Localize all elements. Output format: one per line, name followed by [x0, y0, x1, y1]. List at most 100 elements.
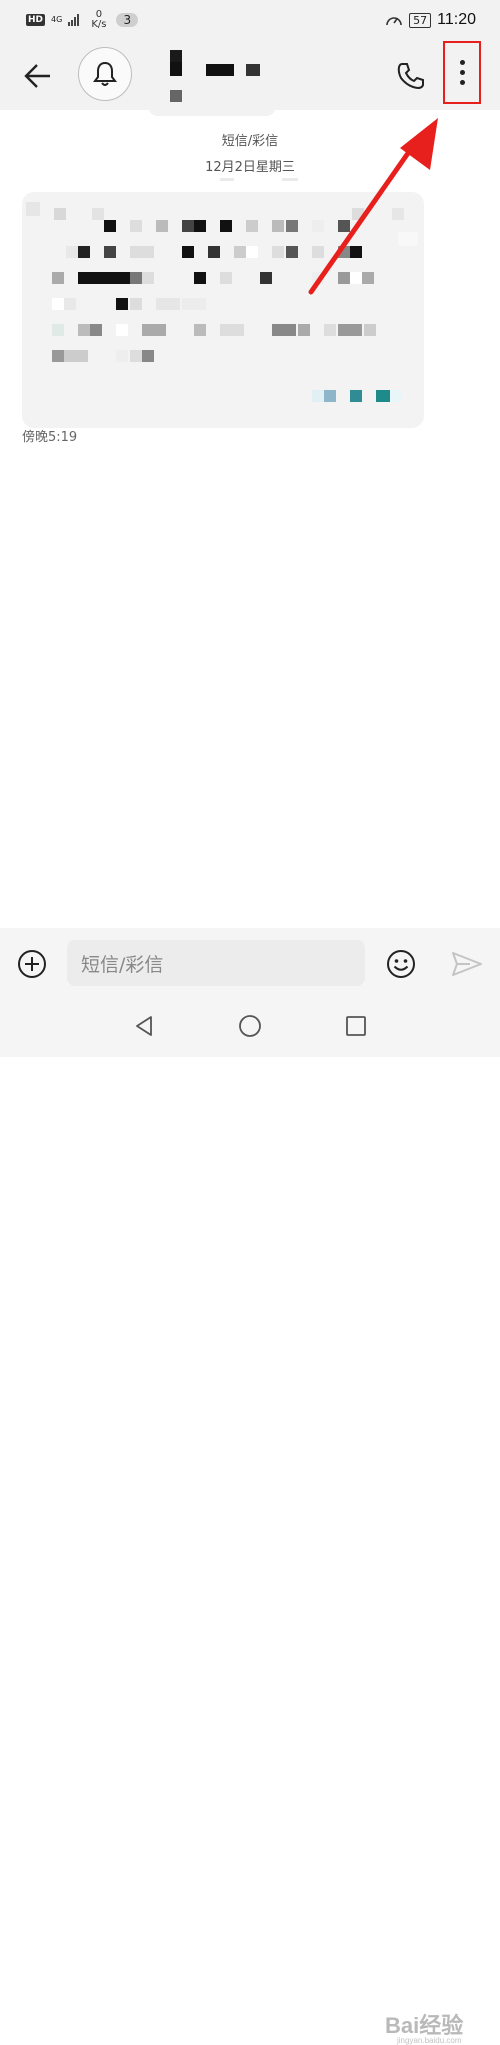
- redaction-block: [64, 298, 76, 310]
- emoji-icon: [387, 950, 415, 978]
- redaction-block: [312, 246, 324, 258]
- redaction-block: [246, 246, 258, 258]
- notification-toggle-button[interactable]: [78, 47, 132, 101]
- meta-divider: [220, 178, 300, 182]
- conversation-meta: 短信/彩信 12月2日星期三: [0, 130, 500, 182]
- redaction-block: [64, 350, 88, 362]
- redaction-block: [142, 324, 166, 336]
- redaction-block: [26, 202, 40, 216]
- network-speed: 0 K/s: [91, 10, 106, 30]
- message-timestamp: 傍晚5:19: [22, 430, 78, 445]
- redaction-block: [312, 272, 324, 284]
- nav-recent-button[interactable]: [344, 1014, 368, 1038]
- redaction-block: [312, 220, 324, 232]
- baidu-jingyan-watermark: Bai经验 jingyan.baidu.com: [385, 2008, 463, 2045]
- watermark-subtext: jingyan.baidu.com: [397, 2036, 462, 2045]
- status-left: HD 4G 0 K/s 3: [26, 10, 139, 30]
- notification-count: 3: [116, 13, 139, 27]
- send-button[interactable]: [450, 948, 484, 980]
- redaction-block: [104, 220, 116, 232]
- battery-level: 57: [409, 12, 432, 28]
- redaction-block: [272, 324, 296, 336]
- redaction-block: [392, 208, 404, 220]
- redaction-block: [350, 246, 362, 258]
- message-bubble[interactable]: [22, 192, 424, 428]
- redaction-block: [324, 390, 336, 402]
- redaction-block: [260, 272, 272, 284]
- redaction-block: [208, 246, 220, 258]
- redaction-block: [364, 324, 376, 336]
- redaction-block: [130, 272, 142, 284]
- redaction-block: [338, 324, 362, 336]
- nav-back-button[interactable]: [132, 1014, 156, 1038]
- redaction-block: [376, 390, 390, 402]
- redaction-block: [142, 272, 154, 284]
- redaction-block: [220, 220, 232, 232]
- redaction-block: [286, 246, 298, 258]
- redaction-block: [142, 350, 154, 362]
- redaction-block: [338, 246, 350, 258]
- hd-badge: HD: [26, 14, 46, 26]
- redaction-block: [66, 246, 78, 258]
- redaction-block: [182, 298, 206, 310]
- back-button[interactable]: [22, 60, 54, 92]
- nav-recent-icon: [346, 1016, 366, 1036]
- redaction-block: [234, 246, 246, 258]
- network-type: 4G: [51, 15, 63, 24]
- speed-unit: K/s: [91, 19, 107, 30]
- redaction-block: [182, 246, 194, 258]
- message-input-placeholder: 短信/彩信: [81, 953, 164, 976]
- redaction-block: [390, 390, 402, 402]
- redaction-block: [156, 220, 168, 232]
- redaction-block: [156, 298, 180, 310]
- redaction-block: [116, 298, 128, 310]
- redaction-block: [130, 350, 142, 362]
- redaction-block: [92, 208, 104, 220]
- redaction-block: [286, 220, 298, 232]
- redaction-block: [78, 246, 90, 258]
- redaction-block: [170, 62, 182, 76]
- nav-home-icon: [239, 1015, 261, 1037]
- phone-icon: [397, 63, 424, 90]
- channel-label: 短信/彩信: [221, 134, 279, 149]
- message-input[interactable]: 短信/彩信: [67, 940, 365, 986]
- back-arrow-icon: [24, 64, 50, 88]
- date-label: 12月2日星期三: [205, 160, 295, 175]
- contact-name-redacted[interactable]: [148, 40, 276, 116]
- redaction-block: [272, 220, 284, 232]
- redaction-block: [52, 298, 64, 310]
- redaction-block: [324, 324, 336, 336]
- redaction-block: [194, 272, 206, 284]
- redaction-block: [352, 208, 364, 220]
- redaction-block: [194, 324, 206, 336]
- compose-bar: 短信/彩信: [0, 928, 500, 1000]
- redaction-block: [338, 220, 350, 232]
- send-icon: [452, 952, 482, 976]
- redaction-block: [220, 324, 244, 336]
- bell-icon: [93, 61, 117, 86]
- redaction-block: [272, 246, 284, 258]
- redaction-block: [52, 324, 64, 336]
- call-button[interactable]: [395, 60, 427, 92]
- emoji-button[interactable]: [385, 948, 417, 980]
- redaction-block: [194, 220, 206, 232]
- signal-icon: [68, 14, 80, 26]
- redaction-block: [90, 324, 102, 336]
- system-nav-bar: Bai经验 jingyan.baidu.com: [0, 1000, 500, 2045]
- redaction-block: [398, 232, 418, 246]
- nav-home-button[interactable]: [238, 1014, 262, 1038]
- redaction-block: [130, 246, 154, 258]
- redaction-block: [52, 272, 64, 284]
- more-options-button[interactable]: [443, 41, 481, 104]
- redaction-block: [182, 220, 194, 232]
- redaction-block: [54, 208, 66, 220]
- add-attachment-button[interactable]: [16, 948, 48, 980]
- redaction-block: [298, 324, 310, 336]
- redaction-block: [78, 324, 90, 336]
- redaction-block: [116, 350, 128, 362]
- redaction-block: [104, 246, 116, 258]
- redaction-block: [350, 390, 362, 402]
- status-bar: HD 4G 0 K/s 3 57 11:20: [0, 0, 500, 40]
- redaction-block: [350, 272, 362, 284]
- redaction-block: [362, 272, 374, 284]
